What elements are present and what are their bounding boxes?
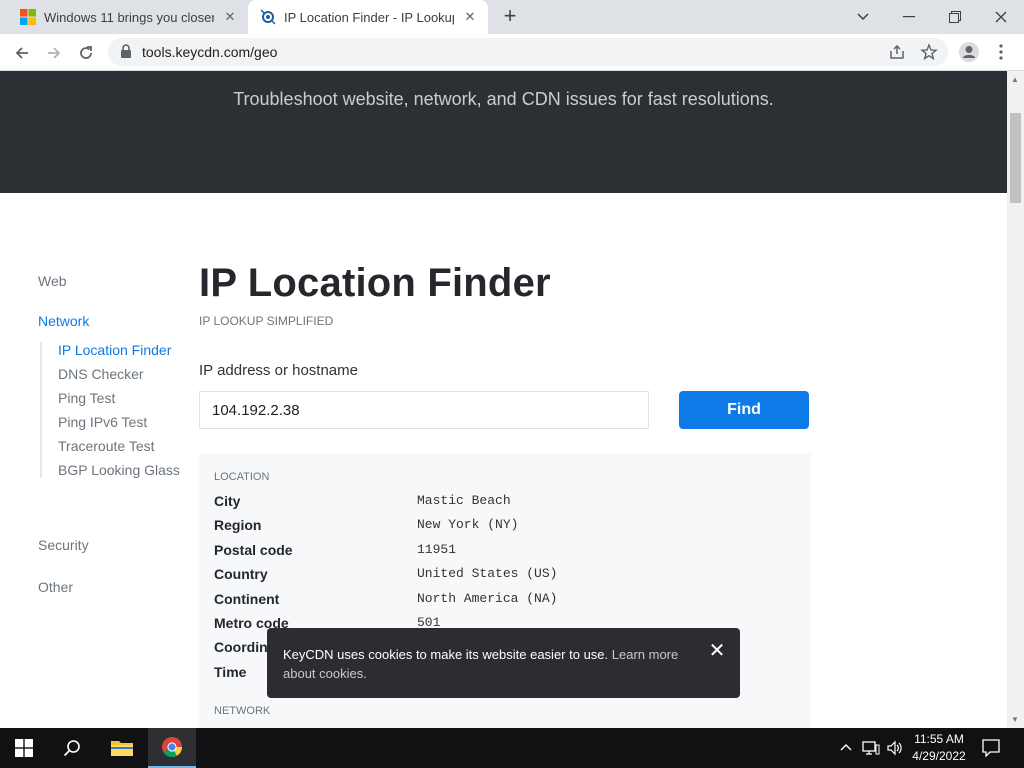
result-row: Country United States (US) <box>214 566 794 590</box>
clock-date: 4/29/2022 <box>912 749 966 763</box>
volume-icon[interactable] <box>886 740 904 756</box>
sidebar-item-ping-test[interactable]: Ping Test <box>58 390 180 406</box>
sidebar-item-security[interactable]: Security <box>38 537 89 553</box>
result-key: Postal code <box>214 542 293 558</box>
keycdn-logo-icon <box>260 9 276 25</box>
sidebar-item-traceroute-test[interactable]: Traceroute Test <box>58 438 180 454</box>
network-icon[interactable] <box>862 740 880 756</box>
windows-logo-icon <box>15 739 33 757</box>
search-icon <box>63 740 80 757</box>
back-icon[interactable] <box>9 40 35 66</box>
sidebar-item-other[interactable]: Other <box>38 579 73 595</box>
tab-title: Windows 11 brings you closer to <box>44 9 214 25</box>
folder-icon <box>111 741 133 756</box>
bookmark-star-icon[interactable] <box>920 43 938 61</box>
result-key: Continent <box>214 591 280 607</box>
sidebar-item-ping-ipv6-test[interactable]: Ping IPv6 Test <box>58 414 180 430</box>
network-submenu: IP Location Finder DNS Checker Ping Test… <box>40 342 180 478</box>
cookie-banner: KeyCDN uses cookies to make its website … <box>267 628 740 698</box>
ip-hostname-input[interactable] <box>199 391 649 429</box>
main-content: IP Location Finder IP LOOKUP SIMPLIFIED … <box>199 261 811 728</box>
tab-ip-location-finder[interactable]: IP Location Finder - IP Lookup W ✕ <box>248 0 488 34</box>
share-icon[interactable] <box>888 43 906 61</box>
tab-search-icon[interactable] <box>840 0 886 34</box>
sidebar-item-ip-location-finder[interactable]: IP Location Finder <box>58 342 180 358</box>
page-viewport: Troubleshoot website, network, and CDN i… <box>0 71 1007 728</box>
url-text[interactable]: tools.keycdn.com/geo <box>142 44 277 60</box>
hero-banner: Troubleshoot website, network, and CDN i… <box>0 71 1007 193</box>
result-value: North America (NA) <box>417 591 558 606</box>
page-title: IP Location Finder <box>199 261 551 305</box>
chrome-taskbar-button[interactable] <box>148 728 196 768</box>
result-key: City <box>214 493 241 509</box>
network-section-title: NETWORK <box>214 705 271 717</box>
sidebar-item-dns-checker[interactable]: DNS Checker <box>58 366 180 382</box>
show-hidden-icons-icon[interactable] <box>840 743 852 751</box>
start-button[interactable] <box>0 728 48 768</box>
cookie-message: KeyCDN uses cookies to make its website … <box>283 645 683 683</box>
tab-title: IP Location Finder - IP Lookup W <box>284 9 454 25</box>
windows-taskbar: 11:55 AM 4/29/2022 <box>0 728 1024 768</box>
close-icon[interactable]: ✕ <box>708 641 726 661</box>
location-section-title: LOCATION <box>214 471 270 483</box>
restore-button[interactable] <box>932 0 978 34</box>
address-bar[interactable]: tools.keycdn.com/geo <box>108 38 948 66</box>
result-key: Time <box>214 664 247 680</box>
result-row: City Mastic Beach <box>214 493 794 517</box>
new-tab-button[interactable]: + <box>498 5 522 29</box>
close-window-button[interactable] <box>978 0 1024 34</box>
more-menu-icon[interactable] <box>998 44 1004 60</box>
result-key: Region <box>214 517 262 533</box>
close-tab-icon[interactable]: ✕ <box>222 9 238 25</box>
sidebar-item-web[interactable]: Web <box>38 273 67 289</box>
forward-icon[interactable] <box>41 40 67 66</box>
profile-avatar-icon[interactable] <box>958 41 980 63</box>
tab-strip: Windows 11 brings you closer to ✕ IP Loc… <box>0 0 1024 34</box>
result-row: Region New York (NY) <box>214 517 794 541</box>
scroll-down-arrow-icon[interactable]: ▼ <box>1011 715 1019 724</box>
file-explorer-button[interactable] <box>98 728 146 768</box>
microsoft-logo-icon <box>20 9 36 25</box>
clock-time: 11:55 AM <box>914 732 964 746</box>
browser-toolbar: tools.keycdn.com/geo <box>0 34 1024 71</box>
page-scrollbar[interactable]: ▲ ▼ <box>1007 71 1024 728</box>
chrome-icon <box>162 736 183 758</box>
scroll-up-arrow-icon[interactable]: ▲ <box>1011 75 1019 84</box>
notification-icon[interactable] <box>982 739 1000 757</box>
page-subtitle: IP LOOKUP SIMPLIFIED <box>199 314 334 328</box>
result-value: New York (NY) <box>417 517 519 532</box>
reload-icon[interactable] <box>73 40 99 66</box>
scrollbar-thumb[interactable] <box>1010 113 1021 203</box>
tab-windows-11[interactable]: Windows 11 brings you closer to ✕ <box>8 0 248 34</box>
cookie-text: KeyCDN uses cookies to make its website … <box>283 647 609 662</box>
result-row: Postal code 11951 <box>214 542 794 566</box>
result-row: Continent North America (NA) <box>214 591 794 615</box>
result-value: United States (US) <box>417 566 558 581</box>
lock-icon[interactable] <box>120 44 132 58</box>
minimize-button[interactable] <box>886 0 932 34</box>
result-key: Country <box>214 566 268 582</box>
find-button[interactable]: Find <box>679 391 809 429</box>
result-value: 11951 <box>417 542 457 557</box>
search-button[interactable] <box>48 728 96 768</box>
close-tab-icon[interactable]: ✕ <box>462 9 478 25</box>
sidebar-item-network[interactable]: Network <box>38 313 89 329</box>
system-clock[interactable]: 11:55 AM 4/29/2022 <box>908 731 970 765</box>
ip-field-label: IP address or hostname <box>199 362 358 379</box>
result-value: Mastic Beach <box>417 493 511 508</box>
hero-tagline: Troubleshoot website, network, and CDN i… <box>233 89 774 109</box>
sidebar-item-bgp-looking-glass[interactable]: BGP Looking Glass <box>58 462 180 478</box>
